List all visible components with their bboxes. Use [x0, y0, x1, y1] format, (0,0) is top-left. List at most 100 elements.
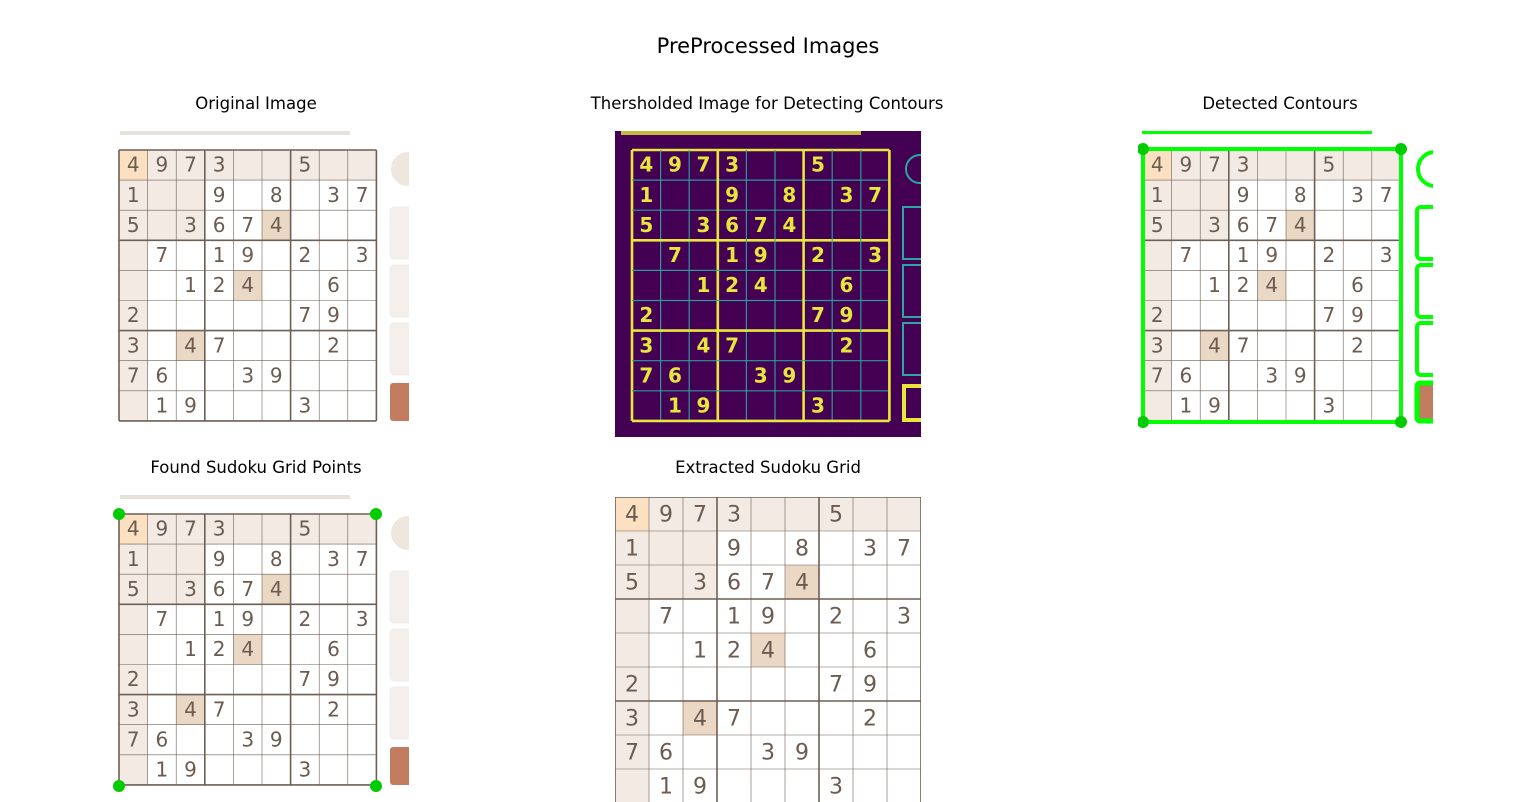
- p5-digit: 4: [625, 502, 639, 527]
- p4-digit: 1: [156, 757, 169, 781]
- p2-digit: 4: [754, 273, 768, 297]
- p5-cell: [717, 769, 751, 802]
- p2-digit: 9: [668, 153, 682, 177]
- p2-digit: 6: [725, 213, 739, 237]
- p4-digit: 3: [356, 607, 369, 631]
- p3-cell: [1171, 270, 1201, 301]
- p5-digit: 1: [659, 774, 673, 799]
- p4-cell: [233, 664, 262, 695]
- p4-cell: [233, 754, 262, 785]
- p3-digit: 3: [1351, 183, 1364, 207]
- p5-digit: 1: [625, 536, 639, 561]
- p3-digit: 1: [1237, 243, 1250, 267]
- p1-cell: [262, 300, 291, 331]
- p1-cell: [319, 390, 348, 421]
- p1-digit: 9: [241, 243, 254, 267]
- p4-cell: [319, 574, 348, 605]
- p1-digit: 5: [299, 153, 312, 177]
- p1-cell: [319, 150, 348, 181]
- p5-cell: [751, 769, 785, 802]
- p5-cell: [887, 633, 921, 667]
- p1-side-button: [389, 206, 409, 260]
- p1-cell: [233, 300, 262, 331]
- p4-digit: 5: [299, 517, 312, 541]
- p4-side-button: [389, 570, 409, 624]
- p1-digit: 7: [356, 183, 369, 207]
- p3-cell: [1343, 240, 1372, 271]
- p2-digit: 3: [725, 153, 739, 177]
- p3-cell: [1228, 360, 1258, 391]
- p4-digit: 1: [184, 637, 197, 661]
- p3-digit: 4: [1208, 333, 1221, 357]
- p3-cell: [1286, 390, 1315, 421]
- p4-cell: [262, 664, 291, 695]
- p1-cell: [262, 390, 291, 421]
- p2-digit: 1: [668, 393, 682, 417]
- p1-digit: 4: [127, 153, 140, 177]
- p3-cell: [1371, 390, 1401, 421]
- p5-cell: [683, 531, 717, 565]
- p2-digit: 7: [868, 183, 882, 207]
- p4-digit: 9: [327, 667, 340, 691]
- p4-digit: 9: [213, 547, 226, 571]
- p3-cell: [1343, 390, 1372, 421]
- p5-digit: 3: [863, 536, 877, 561]
- p4-digit: 7: [156, 607, 169, 631]
- p2-digit: 8: [782, 183, 796, 207]
- p5-digit: 7: [693, 502, 707, 527]
- p3-digit: 2: [1323, 243, 1336, 267]
- p4-corner-point: [370, 508, 382, 520]
- p4-cell: [262, 634, 291, 665]
- p4-digit: 6: [156, 727, 169, 751]
- p1-digit: 7: [184, 153, 197, 177]
- p3-cell: [1286, 240, 1315, 271]
- p4-digit: 1: [213, 607, 226, 631]
- p3-cell: [1143, 270, 1172, 301]
- p3-cell: [1314, 180, 1344, 211]
- p4-digit: 6: [327, 637, 340, 661]
- p3-digit: 1: [1151, 183, 1164, 207]
- p1-digit: 1: [213, 243, 226, 267]
- p3-cell: [1371, 360, 1401, 391]
- p1-cell: [290, 180, 320, 211]
- p1-cell: [233, 150, 262, 181]
- p1-cell: [233, 330, 262, 361]
- p5-cell: [785, 497, 819, 531]
- p4-cell: [119, 634, 148, 665]
- p2-digit: 7: [754, 213, 768, 237]
- p1-digit: 8: [270, 183, 283, 207]
- contours-image-panel: 49735198375367471923124627934727639193: [1138, 131, 1433, 437]
- p3-cell: [1257, 330, 1286, 361]
- p1-cell: [319, 360, 348, 391]
- p5-digit: 1: [693, 638, 707, 663]
- p5-cell: [683, 599, 717, 633]
- p3-side-button-primary: [1414, 380, 1433, 424]
- p4-corner-point: [370, 780, 382, 792]
- panel-title-contours: Detected Contours: [1202, 94, 1358, 113]
- p5-digit: 1: [727, 604, 741, 629]
- p4-digit: 3: [213, 517, 226, 541]
- p4-digit: 6: [213, 577, 226, 601]
- p4-digit: 7: [184, 517, 197, 541]
- p3-cell: [1314, 360, 1344, 391]
- p4-side-button-primary: [390, 747, 409, 785]
- p4-cell: [262, 694, 291, 725]
- p3-digit: 3: [1208, 213, 1221, 237]
- p4-cell: [347, 694, 377, 725]
- p5-cell: [887, 769, 921, 802]
- p5-digit: 3: [761, 740, 775, 765]
- p4-digit: 3: [184, 577, 197, 601]
- p5-digit: 5: [829, 502, 843, 527]
- p3-cell: [1143, 240, 1172, 271]
- p3-digit: 2: [1151, 303, 1164, 327]
- p1-cell: [290, 270, 320, 301]
- p3-cell: [1343, 360, 1372, 391]
- p4-cell: [290, 634, 320, 665]
- p4-corner-point: [113, 508, 125, 520]
- p4-digit: 2: [127, 667, 140, 691]
- p4-cell: [147, 634, 177, 665]
- p3-cell: [1143, 390, 1172, 421]
- p2-digit: 9: [754, 243, 768, 267]
- p5-digit: 3: [625, 706, 639, 731]
- p5-cell: [649, 565, 683, 599]
